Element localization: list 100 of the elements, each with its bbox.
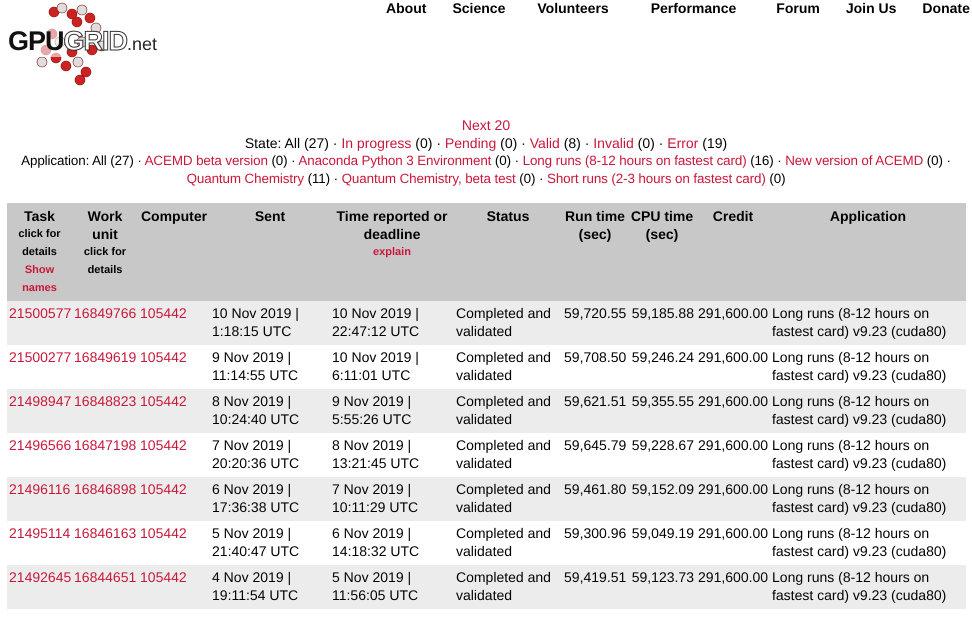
filter-link[interactable]: Short runs (2-3 hours on fastest card): [546, 171, 766, 186]
filter-count: (19): [702, 135, 728, 151]
application-cell: Long runs (8-12 hours on fastest card) v9.23 (cuda80): [772, 349, 946, 383]
credit-cell: 291,600.00: [698, 393, 768, 409]
run-time-cell: 59,419.51: [564, 569, 626, 585]
sent-cell: 6 Nov 2019 | 17:36:38 UTC: [212, 481, 300, 515]
nav-link[interactable]: Forum: [776, 0, 820, 16]
work-unit-link[interactable]: 16849619: [74, 349, 136, 365]
sent-cell: 10 Nov 2019 | 1:18:15 UTC: [212, 305, 299, 339]
application-cell: Long runs (8-12 hours on fastest card) v9.23 (cuda80): [772, 481, 946, 515]
separator-text: ·: [584, 135, 590, 151]
nav-link[interactable]: Performance: [650, 0, 736, 16]
separator-text: ·: [539, 171, 544, 186]
column-header: Application: [830, 208, 906, 224]
status-cell: Completed and validated: [456, 393, 551, 427]
run-time-cell: 59,708.50: [564, 349, 626, 365]
filter-link[interactable]: Quantum Chemistry: [186, 171, 304, 186]
filter-link[interactable]: Error: [667, 135, 698, 151]
filter-count: (16): [750, 153, 774, 168]
task-link[interactable]: 21496566: [9, 437, 72, 453]
filter-link[interactable]: Invalid: [593, 135, 634, 151]
filter-link[interactable]: ACEMD beta version: [144, 153, 268, 168]
application-cell: Long runs (8-12 hours on fastest card) v9.23 (cuda80): [772, 569, 946, 603]
reported-cell: 10 Nov 2019 | 6:11:01 UTC: [332, 349, 419, 383]
work-unit-link[interactable]: 16847198: [74, 437, 136, 453]
separator-text: ·: [777, 153, 782, 168]
status-cell: Completed and validated: [456, 349, 551, 383]
reported-cell: 9 Nov 2019 | 5:55:26 UTC: [332, 393, 412, 427]
nav-link[interactable]: Join Us: [846, 0, 896, 16]
column-header: Time reported or deadline: [336, 208, 448, 242]
computer-link[interactable]: 105442: [140, 437, 187, 453]
filter-option: All: [92, 153, 107, 168]
header-link[interactable]: Show names: [9, 261, 70, 297]
run-time-cell: 59,720.55: [564, 305, 626, 321]
filter-count: (0): [271, 153, 288, 168]
task-link[interactable]: 21495114: [9, 525, 70, 541]
column-note: click for details: [82, 245, 128, 278]
filter-count: (27): [304, 135, 329, 151]
column-header: Sent: [254, 208, 286, 224]
reported-cell: 8 Nov 2019 | 13:21:45 UTC: [332, 437, 420, 471]
task-link[interactable]: 21500277: [9, 349, 72, 365]
column-header: CPU time (sec): [630, 208, 694, 242]
reported-cell: 5 Nov 2019 | 11:56:05 UTC: [332, 569, 418, 603]
reported-cell: 10 Nov 2019 | 22:47:12 UTC: [332, 305, 420, 339]
separator-text: ·: [291, 153, 296, 168]
sent-cell: 7 Nov 2019 | 20:20:36 UTC: [212, 437, 300, 471]
nav-link[interactable]: About: [386, 0, 426, 16]
nav-link[interactable]: Science: [452, 0, 506, 16]
separator-text: ·: [137, 153, 142, 168]
status-cell: Completed and validated: [456, 437, 551, 471]
filter-link[interactable]: Quantum Chemistry, beta test: [342, 171, 516, 186]
cpu-time-cell: 59,152.09: [632, 481, 694, 497]
filter-link[interactable]: Anaconda Python 3 Environment: [298, 153, 492, 168]
filter-link[interactable]: In progress: [341, 135, 412, 151]
filter-link[interactable]: Long runs (8-12 hours on fastest card): [522, 153, 747, 168]
nav-link[interactable]: Volunteers: [537, 0, 609, 16]
separator-text: ·: [946, 153, 951, 168]
sent-cell: 8 Nov 2019 | 10:24:40 UTC: [212, 393, 300, 427]
next-link[interactable]: Next 20: [462, 117, 510, 133]
cpu-time-cell: 59,355.55: [632, 393, 694, 409]
filter-count: (0): [500, 135, 518, 151]
run-time-cell: 59,461.80: [564, 481, 626, 497]
filter-count: (0): [769, 171, 786, 186]
cpu-time-cell: 59,228.67: [632, 437, 694, 453]
separator-text: ·: [514, 153, 519, 168]
filter-link[interactable]: Pending: [444, 135, 496, 151]
cpu-time-cell: 59,185.88: [632, 305, 694, 321]
reported-cell: 6 Nov 2019 | 14:18:32 UTC: [332, 525, 420, 559]
credit-cell: 291,600.00: [698, 525, 768, 541]
filter-count: (0): [638, 135, 655, 151]
cpu-time-cell: 59,123.73: [632, 569, 694, 585]
filter-count: (0): [519, 171, 536, 186]
credit-cell: 291,600.00: [698, 569, 768, 585]
header-link[interactable]: explain: [332, 243, 452, 261]
filter-count: (0): [494, 153, 511, 168]
separator-text: ·: [436, 135, 441, 151]
column-header: Run time (sec): [565, 208, 625, 242]
computer-link[interactable]: 105442: [140, 349, 187, 365]
filter-count: (0): [926, 153, 943, 168]
run-time-cell: 59,621.51: [564, 393, 626, 409]
cpu-time-cell: 59,246.24: [632, 349, 694, 365]
separator-text: ·: [334, 171, 338, 186]
filter-link[interactable]: Valid: [530, 135, 560, 151]
column-header: Work unit: [88, 208, 122, 242]
filter-count: (11): [308, 171, 330, 186]
filter-count: (0): [415, 135, 432, 151]
separator-text: ·: [658, 135, 664, 151]
computer-link[interactable]: 105442: [140, 525, 187, 541]
credit-cell: 291,600.00: [698, 481, 768, 497]
work-unit-link[interactable]: 16846163: [74, 525, 136, 541]
run-time-cell: 59,645.79: [564, 437, 626, 453]
logo-text: .net: [127, 34, 158, 55]
application-cell: Long runs (8-12 hours on fastest card) v9.23 (cuda80): [772, 305, 946, 339]
sent-cell: 4 Nov 2019 | 19:11:54 UTC: [212, 569, 298, 603]
status-cell: Completed and validated: [456, 305, 551, 339]
cpu-time-cell: 59,049.19: [632, 525, 694, 541]
filter-link[interactable]: New version of ACEMD: [785, 153, 924, 168]
sent-cell: 5 Nov 2019 | 21:40:47 UTC: [212, 525, 300, 559]
run-time-cell: 59,300.96: [564, 525, 626, 541]
nav-link[interactable]: Donate: [922, 0, 970, 16]
